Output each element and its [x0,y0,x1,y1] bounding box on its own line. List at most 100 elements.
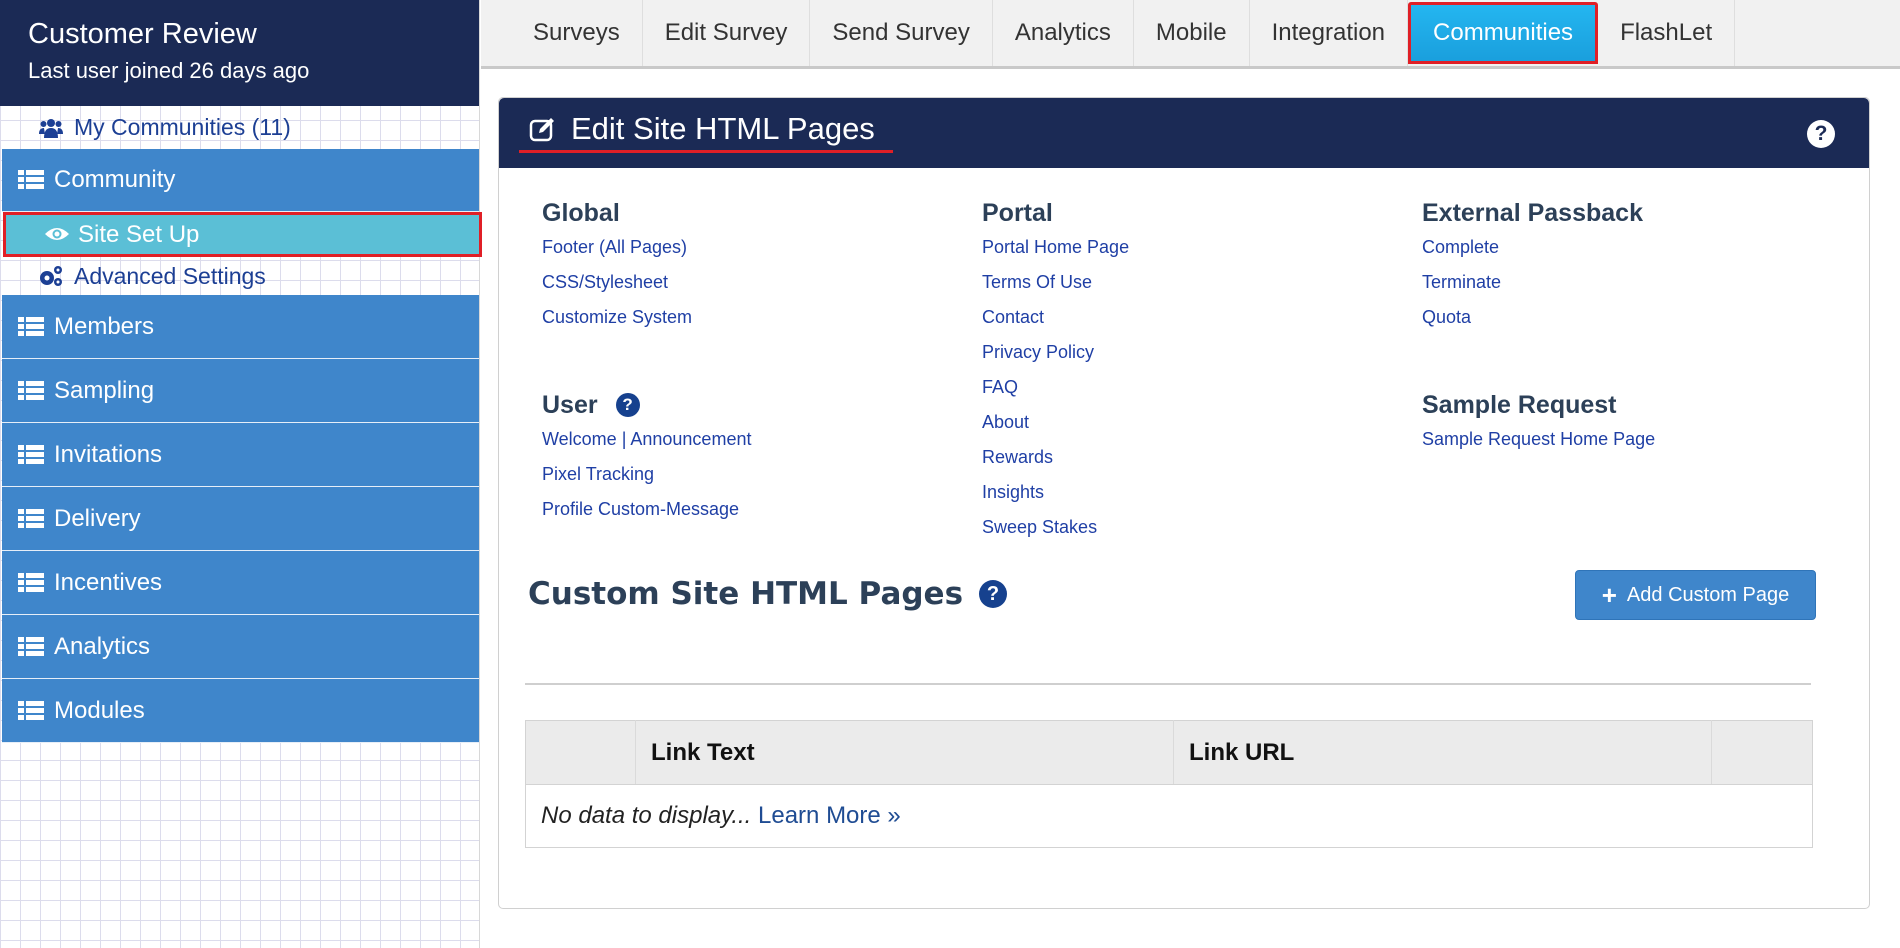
sidebar-section-community[interactable]: Community [2,149,479,212]
tab-mobile[interactable]: Mobile [1134,0,1250,66]
group-heading: Sample Request [1422,391,1617,419]
list-icon [18,636,44,657]
sidebar-section-modules[interactable]: Modules [2,679,479,743]
list-icon [18,572,44,593]
sidebar-item-site-set-up[interactable]: Site Set Up [3,212,482,257]
link-quota[interactable]: Quota [1422,300,1643,335]
help-icon[interactable]: ? [1807,120,1835,148]
link-profile-custom-message[interactable]: Profile Custom-Message [542,492,751,527]
group-heading: External Passback [1422,199,1643,227]
link-insights[interactable]: Insights [982,475,1129,510]
link-customize-system[interactable]: Customize System [542,300,692,335]
link-about[interactable]: About [982,405,1129,440]
tab-send-survey[interactable]: Send Survey [810,0,993,66]
learn-more-link[interactable]: Learn More » [758,802,901,829]
panel-title-text: Edit Site HTML Pages [571,111,875,146]
group-sample-request: Sample Request Sample Request Home Page [1422,388,1655,457]
link-pixel-tracking[interactable]: Pixel Tracking [542,457,751,492]
sidebar-section-incentives[interactable]: Incentives [2,551,479,615]
divider [525,683,1811,685]
list-icon [18,508,44,529]
column-header [525,720,636,785]
list-icon [18,700,44,721]
panel-title: Edit Site HTML Pages [529,111,875,147]
sidebar-item-label: Site Set Up [78,220,200,248]
edit-icon [529,116,557,142]
sidebar-header: Customer Review Last user joined 26 days… [0,0,479,106]
sidebar-item-label: Advanced Settings [74,262,266,289]
tab-flashlet[interactable]: FlashLet [1598,0,1736,66]
group-heading: User? [542,388,751,422]
link-terminate[interactable]: Terminate [1422,265,1643,300]
eye-icon [44,221,70,249]
custom-pages-title: Custom Site HTML Pages ? [528,576,1008,612]
plus-icon: + [1601,580,1617,610]
table-row-empty: No data to display... Learn More » [526,785,1813,848]
sidebar-section-analytics[interactable]: Analytics [2,615,479,679]
table-header-row: Link Text Link URL [525,720,1813,785]
custom-pages-table: Link Text Link URL No data to display...… [525,720,1813,848]
community-title: Customer Review [28,18,257,50]
help-icon[interactable]: ? [979,580,1008,608]
sidebar-section-sampling[interactable]: Sampling [2,359,479,423]
sidebar-section-label: Incentives [54,568,163,596]
title-highlight-underline [519,150,893,153]
main-tab-bar: Surveys Edit Survey Send Survey Analytic… [481,0,1900,69]
tab-analytics[interactable]: Analytics [993,0,1134,66]
last-joined-status: Last user joined 26 days ago [28,58,310,83]
sidebar-section-label: Invitations [54,440,163,468]
link-terms-of-use[interactable]: Terms Of Use [982,265,1129,300]
empty-message: No data to display... Learn More » [526,785,1813,848]
add-custom-page-button[interactable]: + Add Custom Page [1575,570,1816,620]
group-portal: Portal Portal Home Page Terms Of Use Con… [982,196,1129,545]
list-icon [18,380,44,401]
link-complete[interactable]: Complete [1422,230,1643,265]
sidebar-section-delivery[interactable]: Delivery [2,487,479,551]
tab-edit-survey[interactable]: Edit Survey [643,0,811,66]
group-global: Global Footer (All Pages) CSS/Stylesheet… [542,196,692,335]
help-icon[interactable]: ? [615,393,640,417]
group-user: User? Welcome | Announcement Pixel Track… [542,388,751,527]
sidebar-item-advanced-settings[interactable]: Advanced Settings [0,257,479,295]
sidebar-section-invitations[interactable]: Invitations [2,423,479,487]
sidebar: Customer Review Last user joined 26 days… [0,0,482,948]
no-data-text: No data to display... [541,802,752,829]
add-custom-page-label: Add Custom Page [1626,583,1790,606]
sidebar-section-label: Members [54,312,155,340]
column-header-link-url[interactable]: Link URL [1173,720,1712,785]
link-portal-home-page[interactable]: Portal Home Page [982,230,1129,265]
tab-integration[interactable]: Integration [1250,0,1409,66]
group-heading: Portal [982,199,1053,227]
link-css-stylesheet[interactable]: CSS/Stylesheet [542,265,692,300]
link-welcome-announcement[interactable]: Welcome | Announcement [542,422,751,457]
link-contact[interactable]: Contact [982,300,1129,335]
group-heading: Global [542,199,620,227]
sidebar-section-label: Modules [54,696,145,724]
users-icon [38,118,64,138]
sidebar-section-label: Delivery [54,504,141,532]
list-icon [18,316,44,337]
sidebar-section-label: Community [54,166,176,193]
sidebar-section-label: Analytics [54,632,151,660]
gears-icon [38,265,64,287]
link-privacy-policy[interactable]: Privacy Policy [982,335,1129,370]
link-sweep-stakes[interactable]: Sweep Stakes [982,510,1129,545]
link-sample-request-home-page[interactable]: Sample Request Home Page [1422,422,1655,457]
tab-surveys[interactable]: Surveys [511,0,643,66]
edit-site-html-panel: Edit Site HTML Pages ? Global Footer (Al… [498,97,1870,909]
sidebar-section-members[interactable]: Members [2,295,479,359]
tab-communities[interactable]: Communities [1408,2,1599,64]
link-footer[interactable]: Footer (All Pages) [542,230,692,265]
group-heading-text: User [542,391,598,419]
group-external-passback: External Passback Complete Terminate Quo… [1422,196,1643,335]
panel-header: Edit Site HTML Pages ? [499,98,1869,168]
link-faq[interactable]: FAQ [982,370,1129,405]
my-communities-link[interactable]: My Communities (11) [0,106,479,149]
my-communities-label: My Communities (11) [74,114,291,140]
list-icon [18,170,44,190]
column-header-link-text[interactable]: Link Text [635,720,1174,785]
link-rewards[interactable]: Rewards [982,440,1129,475]
list-icon [18,444,44,465]
column-header [1711,720,1813,785]
custom-pages-title-text: Custom Site HTML Pages [528,576,964,612]
